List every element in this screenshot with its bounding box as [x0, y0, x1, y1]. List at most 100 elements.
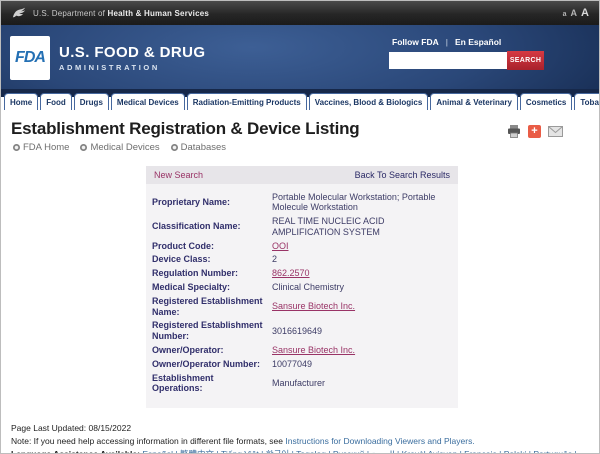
fda-brand[interactable]: FDA U.S. FOOD & DRUG ADMINISTRATION [10, 36, 205, 80]
fda-page: U.S. Department of Health & Human Servic… [0, 0, 600, 454]
breadcrumb-label: Medical Devices [90, 142, 159, 153]
language-link-krey-l-ayisyen[interactable]: Kreyòl Ayisyen [402, 449, 458, 454]
nav-tab-vaccines-blood-biologics[interactable]: Vaccines, Blood & Biologics [309, 93, 429, 110]
font-size-large[interactable]: A [581, 7, 589, 19]
table-row: Proprietary Name:Portable Molecular Work… [152, 190, 450, 215]
field-value-cell: 3016619649 [272, 319, 450, 344]
language-separator: | [572, 449, 577, 454]
table-row: Device Class:2 [152, 253, 450, 267]
language-link-espa-ol[interactable]: Español [142, 449, 173, 454]
hhs-top-bar: U.S. Department of Health & Human Servic… [1, 1, 599, 25]
table-row: Regulation Number:862.2570 [152, 267, 450, 281]
viewers-players-link[interactable]: Instructions for Downloading Viewers and… [285, 436, 474, 446]
breadcrumb-item-databases[interactable]: Databases [171, 142, 226, 153]
field-value-cell: Clinical Chemistry [272, 281, 450, 295]
header-divider: | [446, 37, 448, 47]
hhs-eagle-icon [11, 6, 27, 20]
language-link-[interactable]: Русский [333, 449, 365, 454]
primary-nav: HomeFoodDrugsMedical DevicesRadiation-Em… [1, 89, 599, 110]
nav-tab-food[interactable]: Food [40, 93, 72, 110]
language-link-[interactable]: العربية [371, 449, 394, 454]
field-value: 2 [272, 254, 277, 264]
new-search-link[interactable]: New Search [154, 170, 203, 180]
table-row: Classification Name:REAL TIME NUCLEIC AC… [152, 215, 450, 240]
printer-icon[interactable] [507, 125, 521, 138]
detail-body: Proprietary Name:Portable Molecular Work… [146, 184, 458, 408]
font-size-controls[interactable]: a A A [563, 7, 589, 19]
circle-bullet-icon [13, 144, 20, 151]
follow-fda-link[interactable]: Follow FDA [392, 37, 439, 47]
header-search-button[interactable]: SEARCH [507, 51, 544, 70]
language-link-tagalog[interactable]: Tagalog [296, 449, 326, 454]
language-separator: | [326, 449, 331, 454]
field-label: Registered Establishment Name: [152, 294, 272, 319]
detail-header-row: New Search Back To Search Results [146, 166, 458, 184]
nav-tab-medical-devices[interactable]: Medical Devices [111, 93, 185, 110]
en-espanol-link[interactable]: En Español [455, 37, 501, 47]
breadcrumb-label: Databases [181, 142, 226, 153]
field-value-cell: Manufacturer [272, 371, 450, 396]
field-label: Registered Establishment Number: [152, 319, 272, 344]
font-size-medium[interactable]: A [571, 8, 578, 18]
detail-table-body: Proprietary Name:Portable Molecular Work… [152, 190, 450, 396]
font-size-small[interactable]: a [563, 11, 567, 18]
nav-tab-drugs[interactable]: Drugs [74, 93, 109, 110]
fda-logo: FDA [10, 36, 50, 80]
nav-tab-home[interactable]: Home [4, 93, 38, 110]
field-value-link[interactable]: OOI [272, 241, 289, 251]
language-separator: | [526, 449, 531, 454]
table-row: Product Code:OOI [152, 239, 450, 253]
language-link-polski[interactable]: Polski [504, 449, 527, 454]
field-label: Owner/Operator: [152, 344, 272, 358]
field-label: Classification Name: [152, 215, 272, 240]
nav-tab-tobacco-products[interactable]: Tobacco Products [574, 93, 600, 110]
field-label: Product Code: [152, 239, 272, 253]
main-content: Establishment Registration & Device List… [1, 110, 599, 454]
table-row: Registered Establishment Name:Sansure Bi… [152, 294, 450, 319]
field-value-link[interactable]: Sansure Biotech Inc. [272, 301, 355, 311]
circle-bullet-icon [171, 144, 178, 151]
field-label: Owner/Operator Number: [152, 357, 272, 371]
field-value: 10077049 [272, 359, 312, 369]
circle-bullet-icon [80, 144, 87, 151]
field-value-cell: 10077049 [272, 357, 450, 371]
nav-tab-radiation-emitting-products[interactable]: Radiation-Emitting Products [187, 93, 307, 110]
header-search-input[interactable] [389, 52, 507, 69]
language-link-ti-ng-vi-t[interactable]: Tiếng Việt [221, 449, 259, 454]
field-value-cell: OOI [272, 239, 450, 253]
field-label: Proprietary Name: [152, 190, 272, 215]
table-row: Owner/Operator Number:10077049 [152, 357, 450, 371]
table-row: Establishment Operations:Manufacturer [152, 371, 450, 396]
envelope-icon[interactable] [548, 126, 563, 137]
back-to-results-link[interactable]: Back To Search Results [355, 170, 450, 180]
language-separator: | [214, 449, 219, 454]
breadcrumb-item-fda-home[interactable]: FDA Home [13, 142, 69, 153]
field-value-cell: Sansure Biotech Inc. [272, 344, 450, 358]
language-assistance-label: Language Assistance Available: [11, 449, 140, 454]
field-label: Medical Specialty: [152, 281, 272, 295]
share-plus-icon[interactable]: + [528, 125, 541, 138]
breadcrumb: FDA Home Medical Devices Databases [13, 142, 599, 153]
language-separator: | [457, 449, 462, 454]
fda-header: FDA U.S. FOOD & DRUG ADMINISTRATION Foll… [1, 25, 599, 89]
field-label: Regulation Number: [152, 267, 272, 281]
language-separator: | [259, 449, 264, 454]
field-value-cell: 862.2570 [272, 267, 450, 281]
language-link-[interactable]: 繁體中文 [180, 449, 214, 454]
field-value-cell: 2 [272, 253, 450, 267]
field-value-cell: Portable Molecular Workstation; Portable… [272, 190, 450, 215]
language-link-[interactable]: 한국어 [266, 449, 289, 454]
field-value-link[interactable]: 862.2570 [272, 268, 310, 278]
field-value: Manufacturer [272, 378, 325, 388]
breadcrumb-item-medical-devices[interactable]: Medical Devices [80, 142, 159, 153]
nav-tab-animal-veterinary[interactable]: Animal & Veterinary [430, 93, 518, 110]
hhs-department-text[interactable]: U.S. Department of Health & Human Servic… [33, 9, 209, 18]
language-link-fran-ais[interactable]: Français [464, 449, 497, 454]
footer-notes: Page Last Updated: 08/15/2022 Note: If y… [11, 422, 589, 454]
language-link-portugu-s[interactable]: Português [533, 449, 572, 454]
nav-tab-cosmetics[interactable]: Cosmetics [520, 93, 572, 110]
table-row: Owner/Operator:Sansure Biotech Inc. [152, 344, 450, 358]
field-value-link[interactable]: Sansure Biotech Inc. [272, 345, 355, 355]
field-value: REAL TIME NUCLEIC ACID AMPLIFICATION SYS… [272, 216, 385, 237]
language-separator: | [173, 449, 178, 454]
